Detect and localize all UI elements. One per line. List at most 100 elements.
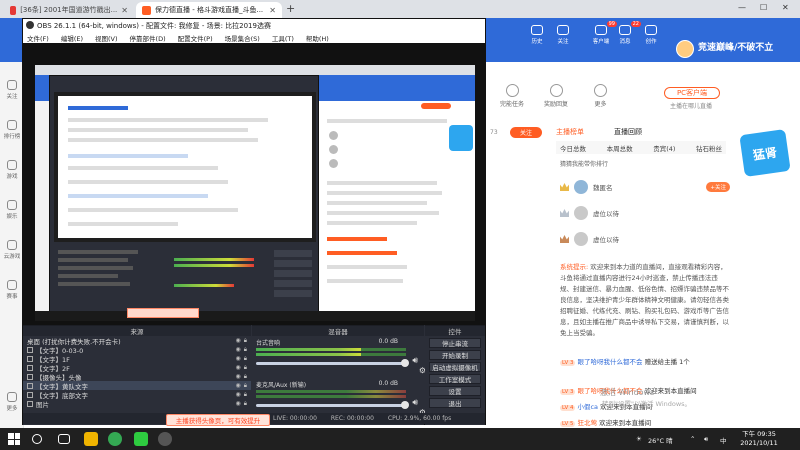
header-nav-messages[interactable]: 22 消息 <box>612 21 641 45</box>
subtab-vip[interactable]: 贵宾(4) <box>653 143 675 153</box>
eye-icon[interactable]: ◉ <box>236 382 241 389</box>
start-recording-button[interactable]: 开始录制 <box>429 350 481 360</box>
chat-user[interactable]: 狂北莺 <box>577 419 597 427</box>
rank-row[interactable]: 虚位以待 <box>560 205 730 221</box>
browser-tab-1[interactable]: 保力德直播 - 格斗游戏直播_斗鱼... ✕ <box>136 2 282 18</box>
lock-icon[interactable]: 🔒︎ <box>244 373 247 381</box>
avatar[interactable] <box>676 40 694 58</box>
task-button[interactable]: 完能任务 <box>500 84 524 108</box>
network-icon[interactable]: ⌃ <box>690 435 695 443</box>
eye-icon[interactable]: ◉ <box>236 346 241 353</box>
eye-icon[interactable]: ◉ <box>236 364 241 371</box>
volume-slider[interactable] <box>256 359 409 367</box>
clock[interactable]: 下午 09:35 2021/10/11 <box>734 430 784 448</box>
lock-icon[interactable]: 🔒︎ <box>244 382 247 390</box>
rank-row[interactable]: 虚位以待 <box>560 231 730 247</box>
source-item[interactable]: 图片 ◉ 🔒︎ <box>23 399 251 409</box>
wechat-icon[interactable] <box>134 432 148 446</box>
pc-client-button[interactable]: PC客户端 <box>664 87 720 99</box>
header-slogan: 竞速巅峰/不破不立 <box>698 43 774 53</box>
search-icon[interactable] <box>32 434 42 444</box>
close-window-icon[interactable]: ✕ <box>782 3 789 12</box>
task-view-icon[interactable] <box>58 434 70 444</box>
weather-text[interactable]: 26°C 晴 <box>648 435 673 445</box>
menu-file[interactable]: 文件(F) <box>27 33 49 43</box>
menu-edit[interactable]: 编辑(E) <box>61 33 83 43</box>
sidebar-item-more[interactable]: 更多 <box>0 392 24 412</box>
follow-button[interactable]: 关注 <box>510 127 542 138</box>
more-button[interactable]: 更多 <box>594 84 607 108</box>
eye-icon[interactable]: ◉ <box>236 355 241 362</box>
close-icon[interactable]: ✕ <box>269 6 276 15</box>
file-explorer-icon[interactable] <box>84 432 98 446</box>
sidebar-item-rank[interactable]: 排行榜 <box>0 120 24 140</box>
speaker-icon[interactable]: 🔊︎ <box>412 356 418 366</box>
promo-banner[interactable]: 主播获得头像页，可有效提升 <box>166 414 270 426</box>
close-icon[interactable]: ✕ <box>121 6 128 15</box>
sidebar-item-events[interactable]: 赛事 <box>0 280 24 300</box>
nav-label: 消息 <box>619 39 631 45</box>
sidebar-item-label: 云游戏 <box>3 254 21 260</box>
sidebar-item-follow[interactable]: 关注 <box>0 80 24 100</box>
header-nav-follow[interactable]: 关注 <box>550 25 576 45</box>
event-badge[interactable]: 猛肾 <box>739 129 791 177</box>
maximize-icon[interactable]: ☐ <box>760 3 767 12</box>
subtab-diamond[interactable]: 钻石粉丝 <box>696 143 722 153</box>
chat-text: 赠送给主播 1个 <box>644 358 690 366</box>
lock-icon[interactable]: 🔒︎ <box>244 400 247 408</box>
subtab-week[interactable]: 本周总数 <box>607 143 633 153</box>
source-item[interactable]: 【文字】底部文字 ◉ 🔒︎ <box>23 390 251 400</box>
eye-icon[interactable]: ◉ <box>236 373 241 380</box>
eye-icon[interactable]: ◉ <box>236 400 241 407</box>
browser-tab-0[interactable]: [36条] 2001年国道游竹戳出... ✕ <box>4 2 134 18</box>
menu-help[interactable]: 帮助(H) <box>306 33 329 43</box>
exit-button[interactable]: 退出 <box>429 398 481 408</box>
nested-meter <box>174 258 254 261</box>
settings-button[interactable]: 设置 <box>429 386 481 396</box>
header-nav-create[interactable]: 创作 <box>638 25 664 45</box>
studio-mode-button[interactable]: 工作室模式 <box>429 374 481 384</box>
volume-slider[interactable] <box>256 401 409 409</box>
menu-tools[interactable]: 工具(T) <box>272 33 294 43</box>
rank-follow-button[interactable]: +关注 <box>706 182 730 192</box>
eye-icon[interactable]: ◉ <box>236 337 241 344</box>
subtab-today[interactable]: 今日总数 <box>560 143 586 153</box>
rank-row[interactable]: 魏匿名 +关注 <box>560 179 730 195</box>
lock-icon[interactable]: 🔒︎ <box>244 355 247 363</box>
virtual-camera-button[interactable]: 启动虚拟摄像机 <box>429 362 481 372</box>
tab-replay[interactable]: 直播回顾 <box>614 127 642 137</box>
sidebar-item-entertainment[interactable]: 娱乐 <box>0 200 24 220</box>
chat-user[interactable]: 眼了哈呀我什么都不会 <box>577 358 642 366</box>
channel-name: 麦克风/Aux (新输) <box>256 382 307 389</box>
lock-icon[interactable]: 🔒︎ <box>244 346 247 354</box>
menu-profile[interactable]: 配置文件(P) <box>178 33 213 43</box>
sidebar-item-games[interactable]: 游戏 <box>0 160 24 180</box>
ime-indicator[interactable]: 中 <box>720 435 727 445</box>
lock-icon[interactable]: 🔒︎ <box>244 337 247 345</box>
lock-icon[interactable]: 🔒︎ <box>244 364 247 372</box>
nested-promo <box>127 308 199 318</box>
menu-scene-collection[interactable]: 场景集合(S) <box>225 33 260 43</box>
volume-meter <box>256 395 406 398</box>
menu-docks[interactable]: 停靠部件(D) <box>130 33 166 43</box>
menu-view[interactable]: 视图(V) <box>95 33 118 43</box>
reward-button[interactable]: 奖励回复 <box>544 84 568 108</box>
eye-icon[interactable]: ◉ <box>236 391 241 398</box>
speaker-icon[interactable]: 🔊︎ <box>412 398 418 408</box>
minimize-icon[interactable]: — <box>738 3 746 12</box>
obs-preview[interactable] <box>23 43 485 325</box>
chrome-icon[interactable] <box>108 432 122 446</box>
tab-host-rank[interactable]: 主播榜单 <box>556 127 584 137</box>
slider-knob[interactable] <box>401 401 409 409</box>
header-nav-history[interactable]: 历史 <box>524 25 550 45</box>
lock-icon[interactable]: 🔒︎ <box>244 391 247 399</box>
slider-knob[interactable] <box>401 359 409 367</box>
windows-start-icon[interactable] <box>8 433 20 445</box>
chat-user[interactable]: 小假ca <box>577 403 598 411</box>
sidebar-item-cloud-games[interactable]: 云游戏 <box>0 240 24 260</box>
header-nav-client[interactable]: 99 客户端 <box>588 21 617 45</box>
stop-streaming-button[interactable]: 停止串流 <box>429 338 481 348</box>
obs-taskbar-icon[interactable] <box>158 432 172 446</box>
new-tab-button[interactable]: + <box>286 2 295 15</box>
volume-icon[interactable]: 🔊︎ <box>704 435 708 444</box>
